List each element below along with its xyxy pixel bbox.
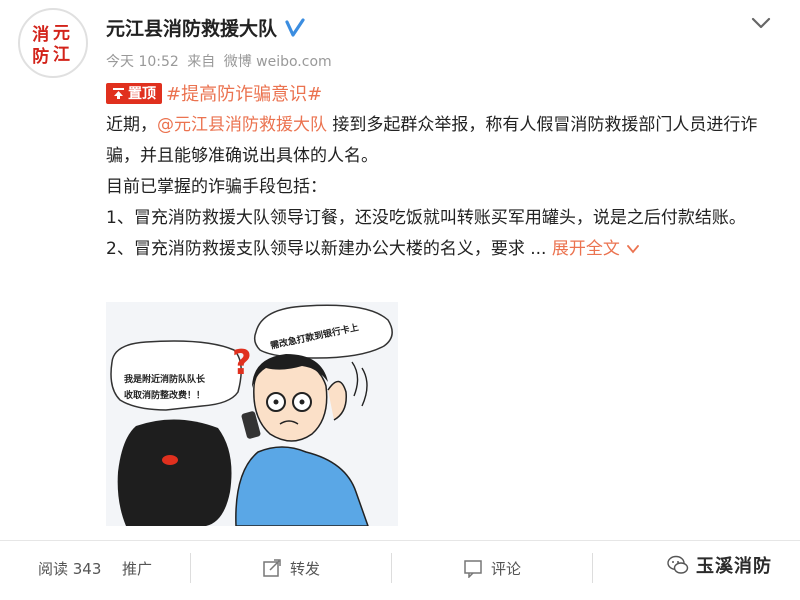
content-line4: 2、冒充消防救援支队领导以新建办公大楼的名义，要求 ... <box>106 239 547 259</box>
pinned-label: 置顶 <box>128 86 156 102</box>
pinned-badge: 置顶 <box>106 82 162 104</box>
user-name-row: 元江县消防救援大队 <box>106 14 305 41</box>
cartoon-illustration: 我是附近消防队队长 收取消防整改费！！ 需改急打款到银行卡上 ? <box>106 302 398 526</box>
watermark-text: 玉溪消防 <box>696 556 772 577</box>
content-paragraph-1: 近期，@元江县消防救援大队 接到多起群众举报，称有人假冒消防救援部门人员进行诈骗… <box>106 110 786 172</box>
comment-label: 评论 <box>490 559 521 578</box>
repost-label: 转发 <box>289 559 320 578</box>
comment-icon <box>464 560 482 578</box>
read-count: 阅读 343 <box>0 545 110 591</box>
avatar-char-2: 元 <box>53 23 70 43</box>
avatar[interactable]: 消 元 防 江 <box>18 8 88 78</box>
promote-button[interactable]: 推广 <box>110 545 190 591</box>
post-image[interactable]: 我是附近消防队队长 收取消防整改费！！ 需改急打款到银行卡上 ? <box>106 302 398 526</box>
expand-chevron-icon[interactable] <box>626 242 640 256</box>
scammer-eye <box>162 455 178 465</box>
left-bubble-line2: 收取消防整改费！！ <box>124 389 205 401</box>
chevron-down-icon[interactable] <box>748 10 774 36</box>
avatar-char-1: 消 <box>32 24 49 45</box>
content-paragraph-4: 2、冒充消防救援支队领导以新建办公大楼的名义，要求 ... 展开全文 <box>106 234 786 265</box>
verified-icon <box>285 17 305 37</box>
wechat-watermark: 玉溪消防 <box>666 552 772 578</box>
mention-link[interactable]: @元江县消防救援大队 <box>157 115 327 135</box>
source-prefix: 来自 <box>187 54 216 70</box>
content-line1-prefix: 近期， <box>106 115 157 135</box>
post-meta: 今天 10:52 来自 微博 weibo.com <box>106 51 336 71</box>
question-mark: ? <box>232 343 252 383</box>
left-bubble-line1: 我是附近消防队队长 <box>124 373 206 385</box>
repost-icon <box>263 559 281 577</box>
comment-button[interactable]: 评论 <box>392 545 592 591</box>
content-paragraph-2: 目前已掌握的诈骗手段包括： <box>106 177 327 197</box>
avatar-char-4: 江 <box>53 45 70 65</box>
victim-face <box>253 359 328 442</box>
wechat-icon <box>667 555 689 574</box>
repost-button[interactable]: 转发 <box>191 545 391 591</box>
hashtag-link[interactable]: #提高防诈骗意识# <box>166 80 322 106</box>
promote-label: 推广 <box>122 559 153 578</box>
post-time: 今天 10:52 <box>106 54 179 70</box>
action-separator <box>592 553 593 583</box>
weibo-post: 消 元 防 江 元江县消防救援大队 今天 10:52 来自 微博 weibo.c… <box>0 0 800 600</box>
footer-divider <box>0 540 800 541</box>
read-count-label: 阅读 343 <box>38 559 102 578</box>
avatar-char-3: 防 <box>32 46 49 67</box>
post-source[interactable]: 微博 weibo.com <box>224 54 332 70</box>
user-name[interactable]: 元江县消防救援大队 <box>106 14 277 41</box>
pin-icon <box>113 87 124 99</box>
topic-row: 置顶 #提高防诈骗意识# <box>106 80 322 106</box>
avatar-logo: 消 元 防 江 <box>21 11 85 75</box>
content-paragraph-3: 1、冒充消防救援大队领导订餐，还没吃饭就叫转账买军用罐头，说是之后付款结账。 <box>106 208 746 228</box>
scammer-figure <box>117 419 232 526</box>
expand-full-text-link[interactable]: 展开全文 <box>552 239 620 259</box>
post-content: 近期，@元江县消防救援大队 接到多起群众举报，称有人假冒消防救援部门人员进行诈骗… <box>106 110 786 265</box>
